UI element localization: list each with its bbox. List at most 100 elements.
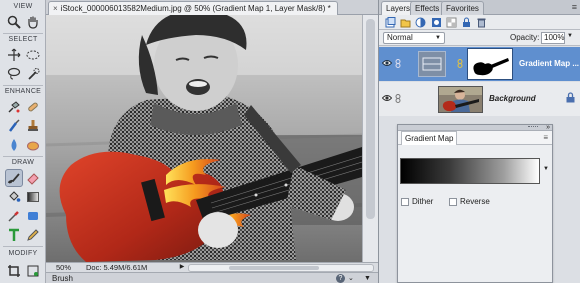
mask-link-chain-icon[interactable] <box>457 59 463 68</box>
panel-menu-icon[interactable]: ≡ <box>572 2 577 12</box>
help-icon[interactable]: ? <box>336 274 345 283</box>
gradient-map-title[interactable]: Gradient Map <box>401 131 458 145</box>
red-eye-tool[interactable] <box>5 98 23 116</box>
gradient-tool[interactable] <box>24 188 42 206</box>
lock-transparent-icon[interactable] <box>446 17 457 28</box>
layer-name[interactable]: Background <box>489 94 536 103</box>
document-canvas[interactable] <box>46 15 362 262</box>
visibility-eye-icon[interactable] <box>382 94 392 102</box>
section-enhance: ENHANCE <box>4 88 42 95</box>
background-layer-thumbnail[interactable] <box>438 86 483 113</box>
marquee-icon <box>26 50 40 60</box>
photo-canvas-image <box>46 15 362 262</box>
layer-row-gradient-map[interactable]: Gradient Map ... <box>379 47 580 81</box>
collapse-panel-icon[interactable]: » <box>546 124 550 131</box>
status-menu-arrow-icon[interactable]: ▶ <box>178 263 186 272</box>
section-select: SELECT <box>8 36 38 43</box>
opacity-field[interactable]: 100% <box>541 32 565 44</box>
delete-layer-icon[interactable] <box>476 17 487 28</box>
gradient-icon <box>27 192 39 202</box>
tab-effects[interactable]: Effects <box>410 1 445 15</box>
gradient-preview[interactable] <box>400 158 540 184</box>
layer-link-icon[interactable] <box>395 94 401 103</box>
shape-tool[interactable] <box>24 207 42 225</box>
clone-stamp-icon <box>28 120 38 131</box>
layer-name[interactable]: Gradient Map ... <box>519 59 579 68</box>
opacity-label: Opacity: <box>510 33 540 42</box>
scroll-thumb[interactable] <box>366 19 375 219</box>
sponge-tool[interactable] <box>24 136 42 154</box>
clone-stamp-tool[interactable] <box>24 117 42 135</box>
move-tool[interactable] <box>5 46 23 64</box>
tool-options-bar: Brush ? ⌄ ▼ <box>46 272 378 283</box>
section-modify: MODIFY <box>8 250 38 257</box>
layer-row-background[interactable]: Background <box>379 82 580 116</box>
add-mask-icon[interactable] <box>431 17 442 28</box>
smart-brush-tool[interactable] <box>5 117 23 135</box>
sponge-icon <box>27 141 39 151</box>
document-tab[interactable]: × iStock_000006013582Medium.jpg @ 50% (Gr… <box>48 1 338 15</box>
smart-brush-icon <box>9 119 20 132</box>
reverse-checkbox[interactable] <box>449 198 457 206</box>
spot-heal-tool[interactable] <box>24 98 42 116</box>
gradient-map-adjustment-thumbnail[interactable] <box>418 51 446 77</box>
pencil-tool[interactable] <box>24 226 42 244</box>
spot-heal-icon <box>28 102 38 112</box>
type-icon <box>9 228 19 241</box>
horizontal-scrollbar[interactable] <box>188 264 374 272</box>
adjustment-gradient-icon <box>422 57 442 71</box>
close-tab-icon[interactable]: × <box>53 4 58 13</box>
paint-bucket-icon <box>9 191 21 202</box>
panel-menu-icon[interactable]: ≡ <box>543 133 548 142</box>
guitar-silhouette-mask <box>473 58 509 76</box>
visibility-eye-icon[interactable] <box>382 59 392 67</box>
divider <box>3 246 43 247</box>
blend-opacity-row: Normal ▼ Opacity: 100% ▼ <box>379 30 580 46</box>
quick-select-icon <box>28 68 40 80</box>
eraser-tool[interactable] <box>24 169 42 187</box>
new-layer-icon[interactable] <box>385 17 396 28</box>
marquee-tool[interactable] <box>24 46 42 64</box>
layer-mask-thumbnail[interactable] <box>467 48 513 80</box>
eraser-icon <box>27 173 39 185</box>
blend-mode-value: Normal <box>387 33 413 42</box>
lasso-icon <box>7 67 21 80</box>
brush-tool[interactable] <box>5 169 23 187</box>
grip-dots <box>528 126 538 129</box>
gradient-picker-dropdown-icon[interactable]: ▼ <box>543 166 549 172</box>
recompose-tool[interactable] <box>24 262 42 280</box>
new-group-icon[interactable] <box>400 17 411 28</box>
lock-icon <box>566 92 575 103</box>
brush-icon <box>7 173 20 184</box>
collapse-options-icon[interactable]: ▼ <box>364 273 371 283</box>
color-picker-icon <box>8 211 19 222</box>
paint-bucket-tool[interactable] <box>5 188 23 206</box>
blur-tool[interactable] <box>5 136 23 154</box>
hand-tool[interactable] <box>24 13 42 31</box>
gradient-map-panel: » Gradient Map ≡ ▼ Dither Reverse <box>397 124 553 283</box>
zoom-icon <box>7 15 21 29</box>
scroll-thumb[interactable] <box>229 266 319 270</box>
blend-mode-select[interactable]: Normal ▼ <box>383 32 445 44</box>
pencil-icon <box>27 229 39 241</box>
layer-link-icon[interactable] <box>395 59 401 68</box>
adjustment-layer-icon[interactable] <box>415 17 426 28</box>
zoom-tool[interactable] <box>5 13 23 31</box>
type-tool[interactable] <box>5 226 23 244</box>
lock-icon[interactable] <box>461 17 472 28</box>
red-eye-icon <box>8 101 20 113</box>
vertical-scrollbar[interactable] <box>362 15 378 262</box>
quick-select-tool[interactable] <box>24 65 42 83</box>
dither-checkbox[interactable] <box>401 198 409 206</box>
opacity-dropdown-icon[interactable]: ▼ <box>567 33 573 39</box>
document-tab-bar: × iStock_000006013582Medium.jpg @ 50% (Gr… <box>46 0 378 15</box>
tab-favorites[interactable]: Favorites <box>441 1 484 15</box>
zoom-level[interactable]: 50% <box>56 263 71 272</box>
section-view: VIEW <box>13 3 33 10</box>
doc-size: Doc: 5.49M/6.61M <box>86 263 148 272</box>
crop-tool[interactable] <box>5 262 23 280</box>
options-chevron-icon[interactable]: ⌄ <box>348 273 354 283</box>
toolbox: VIEW SELECT ENHANCE DRAW MODIFY <box>0 0 46 283</box>
color-picker-tool[interactable] <box>5 207 23 225</box>
lasso-tool[interactable] <box>5 65 23 83</box>
